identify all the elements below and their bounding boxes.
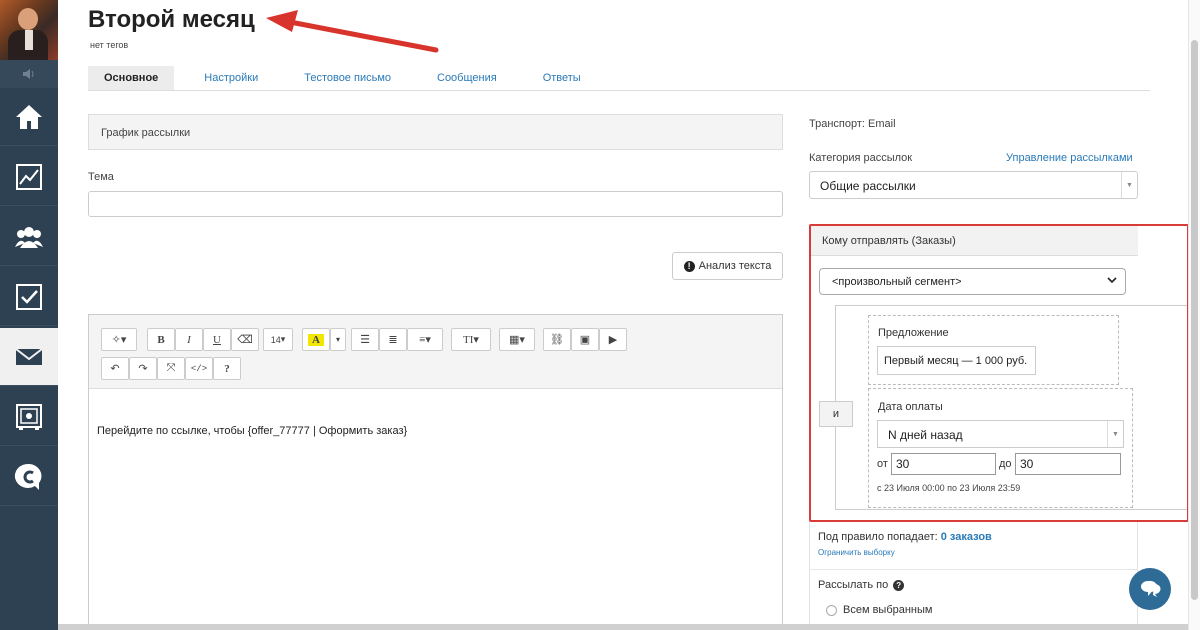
matches-count: Под правило попадает: 0 заказов	[818, 531, 992, 543]
tab-main[interactable]: Основное	[88, 66, 175, 90]
magic-wand-icon[interactable]: ✧▾	[101, 328, 137, 351]
transport-label: Транспорт: Email	[809, 118, 896, 130]
code-view-icon[interactable]: </>	[185, 357, 213, 380]
italic-button[interactable]: I	[175, 328, 203, 351]
tags-label: нет тегов	[90, 40, 129, 50]
tab-settings[interactable]: Настройки	[188, 66, 274, 90]
align-icon[interactable]: ≡▾	[407, 328, 443, 351]
checkbox-icon[interactable]	[0, 268, 58, 326]
subject-label: Тема	[88, 171, 114, 183]
table-icon[interactable]: ▦▾	[499, 328, 535, 351]
avatar[interactable]	[0, 0, 58, 60]
analysis-button-label: Анализ текста	[698, 260, 772, 272]
bold-button[interactable]: B	[147, 328, 175, 351]
redo-icon[interactable]: ↷	[129, 357, 157, 380]
editor-body-text[interactable]: Перейдите по ссылке, чтобы {offer_77777 …	[97, 425, 407, 437]
divider	[809, 569, 1138, 570]
highlight-button[interactable]: A	[302, 328, 330, 351]
safe-icon[interactable]	[0, 388, 58, 446]
bullet-list-icon[interactable]: ☰	[351, 328, 379, 351]
tab-test-email[interactable]: Тестовое письмо	[288, 66, 407, 90]
annotation-arrow-icon	[266, 10, 439, 53]
schedule-panel[interactable]: График рассылки	[88, 114, 783, 150]
numbered-list-icon[interactable]: ≣	[379, 328, 407, 351]
horizontal-scrollbar[interactable]	[58, 624, 1188, 630]
font-size-select[interactable]: 14 ▾	[263, 328, 293, 351]
highlight-frame	[809, 224, 1189, 522]
highlight-dropdown[interactable]: ▾	[330, 328, 346, 351]
subject-input[interactable]	[88, 191, 783, 217]
analysis-button[interactable]: ! Анализ текста	[672, 252, 783, 280]
users-icon[interactable]	[0, 208, 58, 266]
send-all-option[interactable]: Всем выбранным	[826, 604, 932, 616]
image-icon[interactable]: ▣	[571, 328, 599, 351]
chart-icon[interactable]	[0, 148, 58, 206]
chat-c-icon[interactable]	[0, 448, 58, 506]
tab-answers[interactable]: Ответы	[527, 66, 597, 90]
send-by-label: Рассылать по ?	[818, 579, 905, 591]
radio-button[interactable]	[826, 604, 837, 616]
sidebar	[0, 0, 58, 630]
exclamation-icon: !	[683, 260, 695, 272]
home-icon[interactable]	[0, 88, 58, 146]
help-icon[interactable]: ?	[213, 357, 241, 380]
vertical-scrollbar[interactable]	[1188, 0, 1200, 630]
message-editor: ✧▾ B I U ⌫ 14 ▾ A ▾ ☰ ≣ ≡▾ TI▾ ▦▾ ⛓ ▣ ▶ ↶…	[88, 314, 783, 630]
tab-messages[interactable]: Сообщения	[421, 66, 513, 90]
text-style-icon[interactable]: TI▾	[451, 328, 491, 351]
speaker-icon[interactable]	[0, 60, 58, 88]
eraser-icon[interactable]: ⌫	[231, 328, 259, 351]
manage-mailings-link[interactable]: Управление рассылками	[1006, 152, 1133, 164]
category-label: Категория рассылок	[809, 152, 913, 164]
link-icon[interactable]: ⛓	[543, 328, 571, 351]
underline-button[interactable]: U	[203, 328, 231, 351]
page-title: Второй месяц	[88, 6, 255, 33]
fullscreen-icon[interactable]: ⤧	[157, 357, 185, 380]
question-icon[interactable]: ?	[893, 579, 905, 591]
chat-bubble-icon[interactable]	[1129, 568, 1171, 610]
send-all-label: Всем выбранным	[843, 604, 933, 616]
matches-count-link[interactable]: 0 заказов	[941, 531, 992, 543]
scrollbar-thumb[interactable]	[1191, 40, 1198, 600]
mail-icon[interactable]	[0, 328, 58, 386]
undo-icon[interactable]: ↶	[101, 357, 129, 380]
category-select-value: Общие рассылки	[820, 179, 916, 193]
editor-toolbar: ✧▾ B I U ⌫ 14 ▾ A ▾ ☰ ≣ ≡▾ TI▾ ▦▾ ⛓ ▣ ▶ ↶…	[89, 315, 782, 389]
chevron-down-icon: ▼	[1121, 172, 1137, 198]
tabs: Основное Настройки Тестовое письмо Сообщ…	[88, 66, 1150, 91]
video-icon[interactable]: ▶	[599, 328, 627, 351]
limit-selection-link[interactable]: Ограничить выборку	[818, 548, 895, 557]
category-select[interactable]: Общие рассылки ▼	[809, 171, 1138, 199]
